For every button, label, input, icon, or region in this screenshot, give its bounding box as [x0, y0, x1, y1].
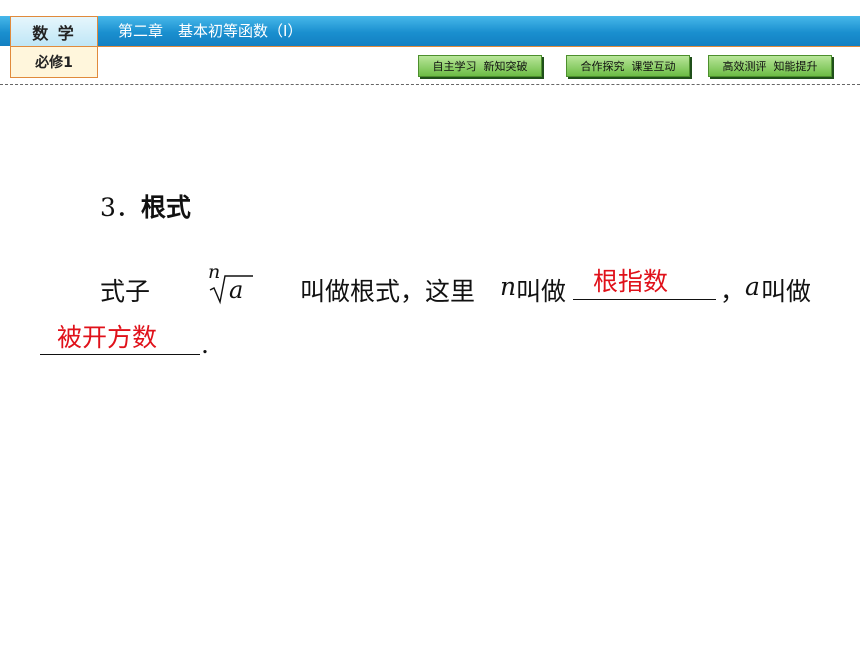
answer-blank-1 [573, 299, 716, 300]
end-period: . [201, 330, 209, 359]
answer-1: 根指数 [593, 267, 669, 296]
chapter-title: 第二章 基本初等函数（Ⅰ） [118, 22, 303, 40]
nav-button-assessment[interactable]: 高效测评 知能提升 [708, 55, 832, 77]
answer-2: 被开方数 [57, 323, 158, 352]
heading-text: 根式 [140, 193, 191, 222]
nav-button-self-study[interactable]: 自主学习 新知突破 [418, 55, 542, 77]
answer-blank-2 [40, 354, 200, 355]
section-heading: 3．根式 [100, 188, 191, 224]
expr-prefix: 式子 [100, 277, 151, 306]
text-called-1: 叫做 [516, 277, 567, 306]
book-label: 必修1 [10, 46, 98, 78]
radical-body: a [229, 276, 243, 304]
var-n: n [500, 272, 517, 301]
dashed-divider [0, 84, 860, 85]
subject-label: 数 学 [10, 16, 98, 46]
text-called-radical: 叫做根式，这里 [300, 277, 476, 306]
comma: ， [720, 277, 746, 306]
radical-index: n [208, 262, 220, 283]
header-divider [98, 46, 860, 47]
text-called-2: 叫做 [761, 277, 812, 306]
heading-number: 3． [100, 193, 141, 222]
nth-root-expression: n a [208, 262, 253, 305]
nav-button-cooperative-inquiry[interactable]: 合作探究 课堂互动 [566, 55, 690, 77]
var-a: a [745, 272, 760, 301]
